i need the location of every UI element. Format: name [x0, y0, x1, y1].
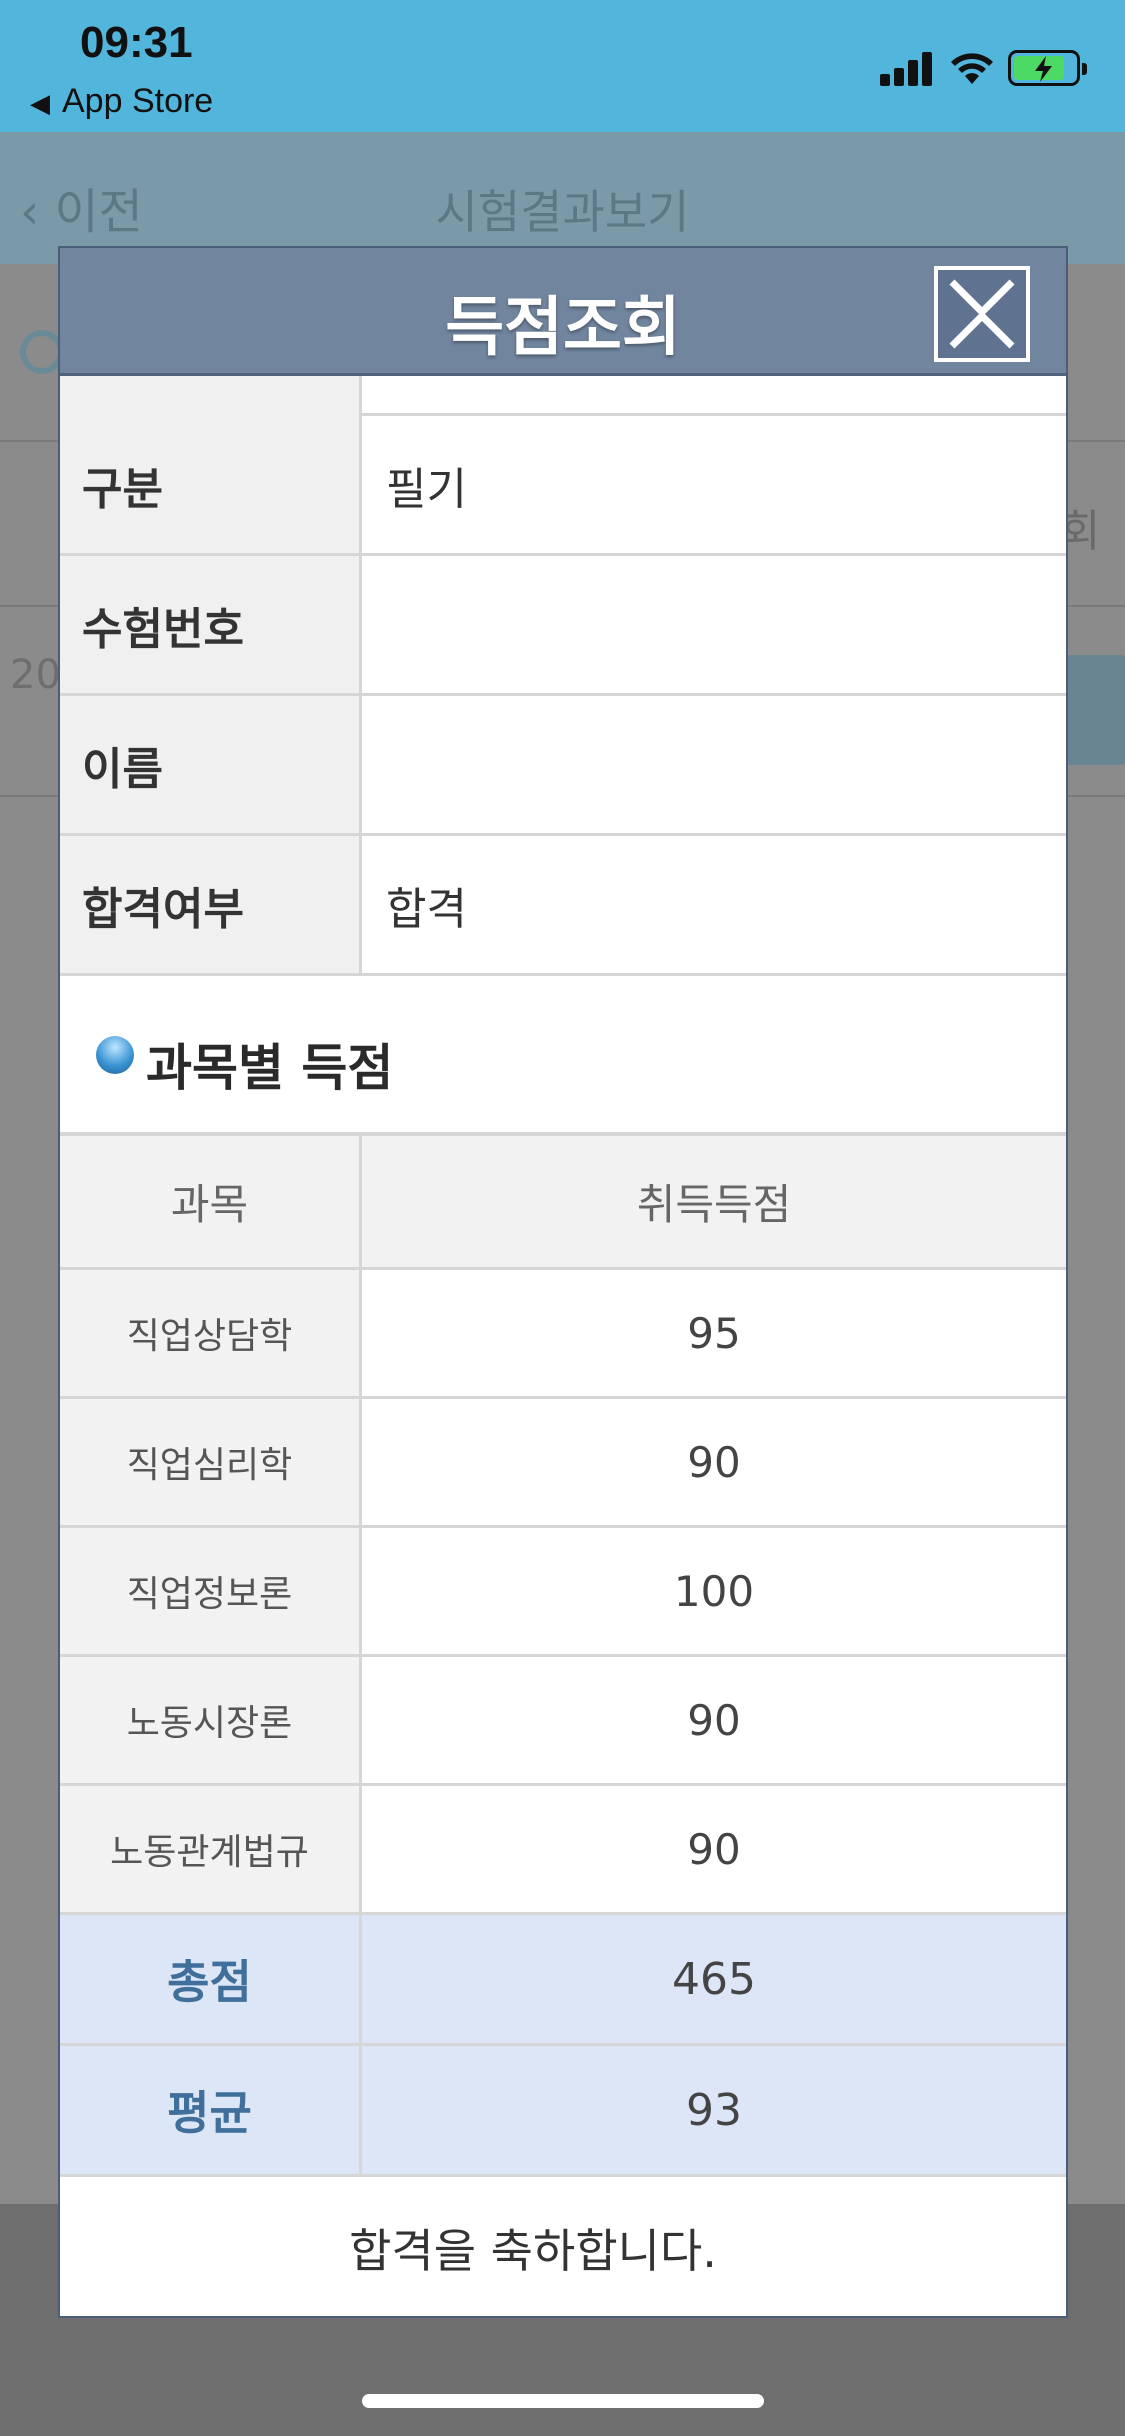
info-label: 합격여부: [60, 836, 362, 973]
nav-bar: ‹ 이전 시험결과보기: [0, 132, 1125, 264]
status-bar: 09:31 ◀ App Store: [0, 0, 1125, 132]
info-row-exam-number: 수험번호: [60, 556, 1066, 696]
total-value: 465: [362, 1915, 1066, 2043]
table-row: 직업상담학 95: [60, 1270, 1066, 1399]
header-subject: 과목: [60, 1136, 362, 1267]
battery-charging-icon: [1008, 50, 1087, 86]
total-label: 총점: [60, 1915, 362, 2043]
table-row: 직업심리학 90: [60, 1399, 1066, 1528]
status-time: 09:31: [80, 18, 193, 67]
back-app-label: App Store: [62, 82, 214, 120]
average-label: 평균: [60, 2046, 362, 2174]
info-label: 수험번호: [60, 556, 362, 693]
table-header-row: 과목 취득득점: [60, 1136, 1066, 1270]
header-score: 취득득점: [362, 1136, 1066, 1267]
info-row-name: 이름: [60, 696, 1066, 836]
back-to-app-link[interactable]: ◀ App Store: [30, 82, 213, 121]
subject-name: 직업상담학: [60, 1270, 362, 1396]
total-row: 총점 465: [60, 1915, 1066, 2046]
info-label: 구분: [60, 416, 362, 553]
average-value: 93: [362, 2046, 1066, 2174]
subject-name: 노동관계법규: [60, 1786, 362, 1912]
table-row: 노동시장론 90: [60, 1657, 1066, 1786]
info-row-type: 구분 필기: [60, 416, 1066, 556]
back-triangle-icon: ◀: [30, 88, 50, 118]
close-icon: [949, 279, 1015, 349]
subject-score: 90: [687, 1437, 741, 1487]
underlay-button: [1060, 655, 1125, 765]
info-value: 필기: [386, 463, 467, 515]
cellular-signal-icon: [880, 52, 934, 86]
info-row-pass-status: 합격여부 합격: [60, 836, 1066, 976]
info-row-partial: [60, 376, 1066, 416]
congrats-message: 합격을 축하합니다.: [349, 2224, 717, 2278]
wifi-icon: [951, 53, 993, 84]
modal-title: 득점조회: [445, 291, 681, 365]
table-row: 직업정보론 100: [60, 1528, 1066, 1657]
score-modal: 득점조회 구분 필기 수험번호 이름 합격여부 합격 과목별 득점 과목 취득득…: [58, 246, 1068, 2318]
subject-score: 100: [673, 1566, 755, 1616]
bullet-icon: [96, 1036, 134, 1074]
nav-title: 시험결과보기: [435, 185, 690, 239]
subject-name: 노동시장론: [60, 1657, 362, 1783]
subject-name: 직업심리학: [60, 1399, 362, 1525]
section-title: 과목별 득점: [146, 1039, 394, 1097]
subject-name: 직업정보론: [60, 1528, 362, 1654]
section-header: 과목별 득점: [60, 976, 1066, 1136]
modal-header: 득점조회: [60, 248, 1066, 376]
average-row: 평균 93: [60, 2046, 1066, 2177]
table-row: 노동관계법규 90: [60, 1786, 1066, 1915]
close-button[interactable]: [934, 266, 1030, 362]
subject-score: 90: [687, 1695, 741, 1745]
subject-score: 95: [687, 1308, 741, 1358]
subject-score: 90: [687, 1824, 741, 1874]
info-label: 이름: [60, 696, 362, 833]
home-indicator[interactable]: [362, 2394, 764, 2408]
underlay-row-text: 20: [10, 652, 61, 698]
info-value: 합격: [386, 883, 467, 935]
